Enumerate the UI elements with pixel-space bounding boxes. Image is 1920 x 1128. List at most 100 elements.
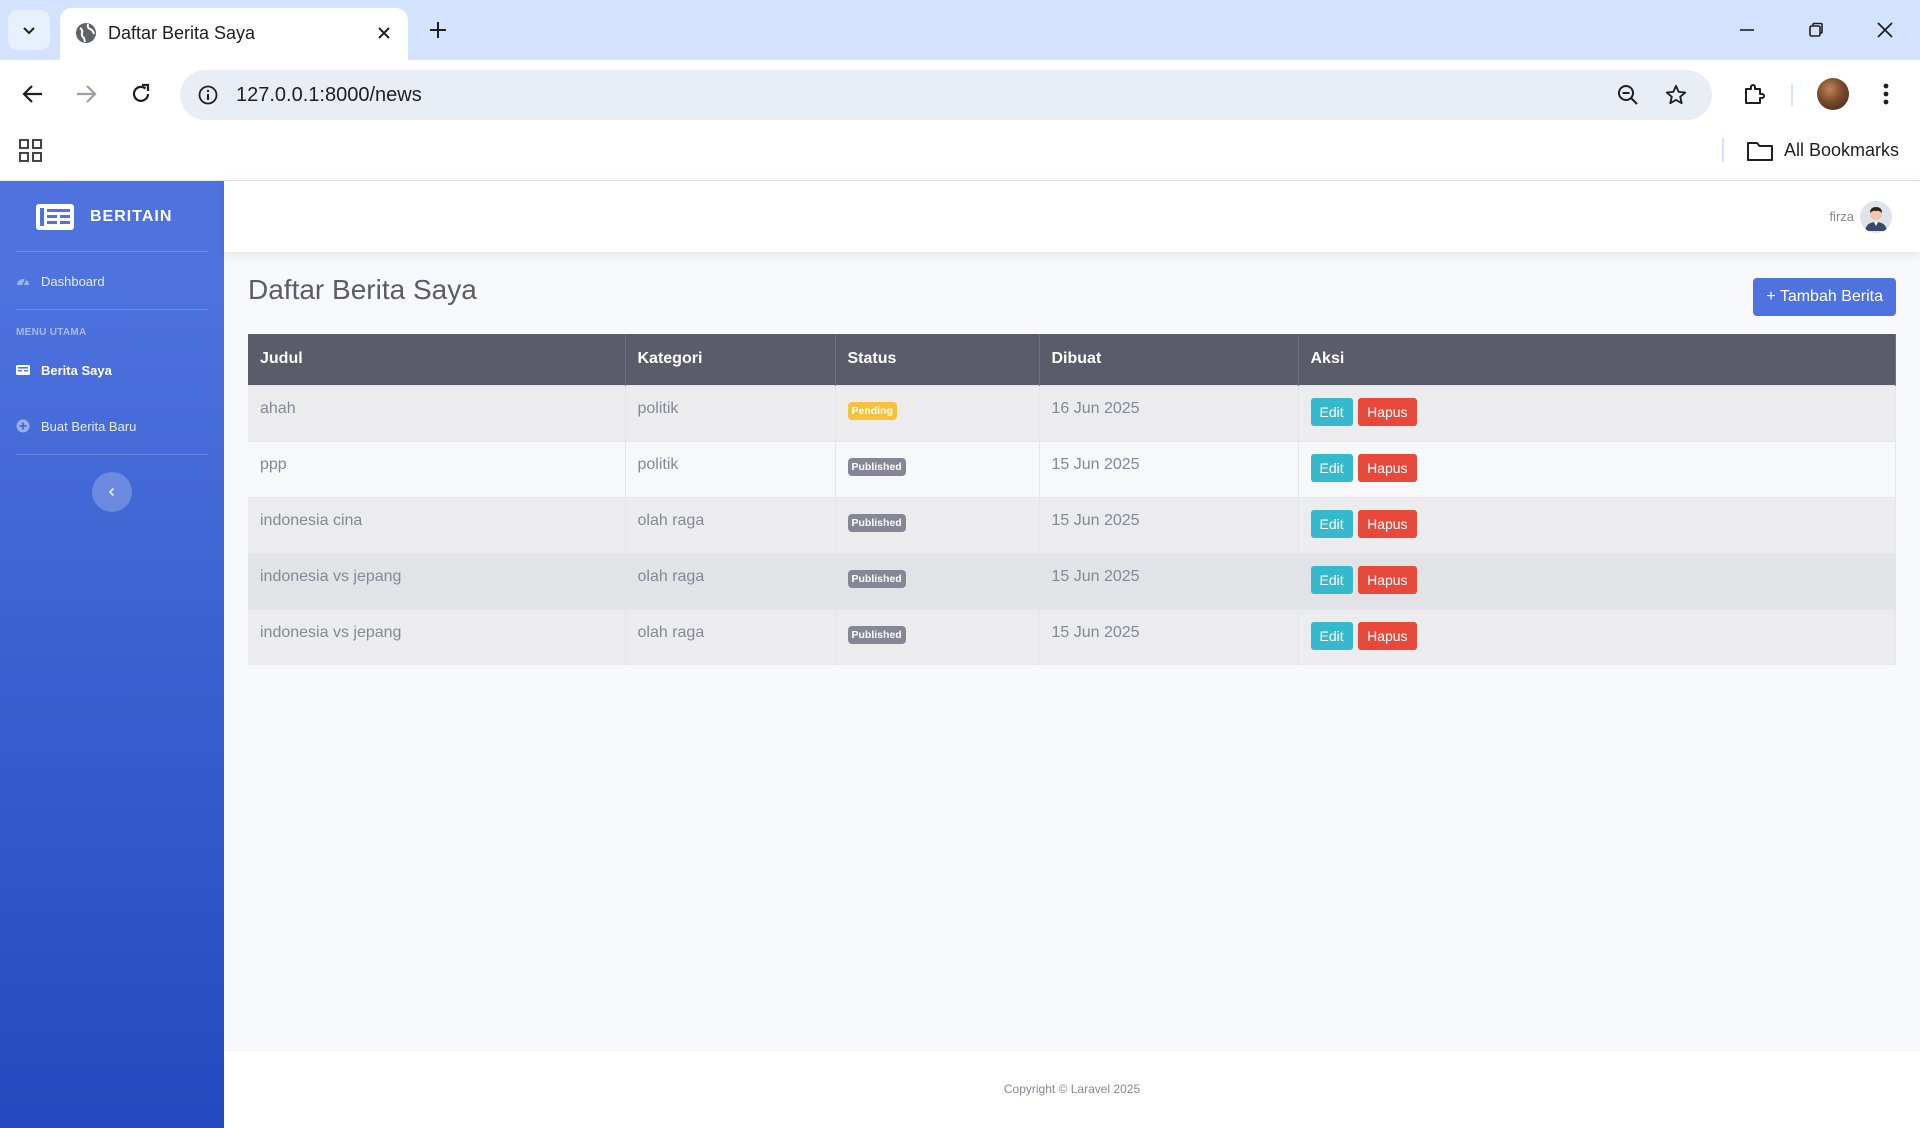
edit-button[interactable]: Edit bbox=[1310, 621, 1353, 650]
cell-status: Pending bbox=[835, 384, 1040, 441]
browser-tab[interactable]: Daftar Berita Saya bbox=[60, 8, 408, 60]
profile-avatar[interactable] bbox=[1817, 78, 1849, 110]
extensions-button[interactable] bbox=[1736, 76, 1772, 112]
cell-dibuat: 15 Jun 2025 bbox=[1039, 552, 1299, 609]
toolbar-divider bbox=[1791, 84, 1793, 106]
cell-kategori: politik bbox=[625, 440, 836, 497]
address-bar[interactable]: 127.0.0.1:8000/news bbox=[180, 70, 1712, 120]
table-row: indonesia vs jepang olah raga Published … bbox=[248, 552, 1896, 609]
sidebar-divider bbox=[16, 251, 208, 252]
sidebar: BERITAIN Dashboard MENU UTAMA Berita Say… bbox=[0, 181, 224, 1128]
table-row: ahah politik Pending 16 Jun 2025 Edit Ha… bbox=[248, 384, 1896, 441]
minimize-button[interactable] bbox=[1731, 14, 1763, 46]
cell-kategori: olah raga bbox=[625, 552, 836, 609]
user-avatar-icon bbox=[1860, 201, 1892, 233]
forward-button[interactable] bbox=[68, 76, 104, 112]
zoom-button[interactable] bbox=[1614, 81, 1642, 109]
info-icon bbox=[198, 85, 218, 105]
page-title: Daftar Berita Saya bbox=[248, 274, 477, 305]
browser-toolbar: 127.0.0.1:8000/news bbox=[0, 60, 1920, 128]
cell-aksi: Edit Hapus bbox=[1298, 496, 1896, 553]
tachometer-icon bbox=[17, 279, 29, 286]
add-news-button[interactable]: + Tambah Berita bbox=[1753, 278, 1896, 316]
cell-aksi: Edit Hapus bbox=[1298, 384, 1896, 441]
edit-button[interactable]: Edit bbox=[1310, 509, 1353, 538]
sidebar-item-berita-saya[interactable]: Berita Saya bbox=[16, 360, 112, 380]
cell-status: Published bbox=[835, 608, 1040, 665]
sidebar-item-label: Dashboard bbox=[41, 273, 105, 289]
url-text: 127.0.0.1:8000/news bbox=[236, 84, 422, 106]
sidebar-item-label: Buat Berita Baru bbox=[41, 418, 137, 434]
tab-title: Daftar Berita Saya bbox=[108, 23, 256, 43]
user-avatar[interactable] bbox=[1860, 201, 1892, 233]
column-header-dibuat: Dibuat bbox=[1039, 334, 1299, 385]
cell-dibuat: 15 Jun 2025 bbox=[1039, 608, 1299, 665]
sidebar-item-label: Berita Saya bbox=[41, 362, 112, 378]
delete-button[interactable]: Hapus bbox=[1358, 565, 1417, 594]
delete-button[interactable]: Hapus bbox=[1358, 397, 1417, 426]
brand-name: BERITAIN bbox=[90, 208, 173, 225]
reload-button[interactable] bbox=[123, 76, 159, 112]
bookmarks-bar: All Bookmarks bbox=[0, 128, 1920, 181]
reload-icon bbox=[132, 83, 150, 102]
folder-icon[interactable] bbox=[1746, 138, 1774, 164]
bookmark-star-button[interactable] bbox=[1662, 81, 1690, 109]
cell-status: Published bbox=[835, 440, 1040, 497]
puzzle-icon bbox=[1745, 84, 1765, 104]
all-bookmarks-label[interactable]: All Bookmarks bbox=[1784, 140, 1899, 161]
cell-dibuat: 15 Jun 2025 bbox=[1039, 496, 1299, 553]
cell-judul: indonesia vs jepang bbox=[248, 552, 626, 609]
arrow-right-icon bbox=[77, 85, 97, 103]
chevron-left-icon bbox=[108, 487, 115, 497]
table-row: indonesia cina olah raga Published 15 Ju… bbox=[248, 496, 1896, 553]
status-badge: Published bbox=[847, 513, 906, 532]
sidebar-brand[interactable]: BERITAIN bbox=[36, 201, 172, 233]
cell-dibuat: 16 Jun 2025 bbox=[1039, 384, 1299, 441]
sidebar-toggle-button[interactable] bbox=[92, 472, 132, 512]
sidebar-item-dashboard[interactable]: Dashboard bbox=[16, 271, 105, 291]
close-window-button[interactable] bbox=[1869, 14, 1901, 46]
column-header-status: Status bbox=[835, 334, 1040, 385]
plus-icon bbox=[430, 22, 446, 38]
edit-button[interactable]: Edit bbox=[1310, 565, 1353, 594]
tab-search-button[interactable] bbox=[8, 10, 50, 50]
restore-icon bbox=[1809, 22, 1823, 37]
restore-button[interactable] bbox=[1800, 14, 1832, 46]
cell-status: Published bbox=[835, 496, 1040, 553]
back-button[interactable] bbox=[15, 76, 51, 112]
user-name[interactable]: firza bbox=[1829, 209, 1854, 224]
edit-button[interactable]: Edit bbox=[1310, 453, 1353, 482]
bookmarks-divider bbox=[1722, 138, 1724, 162]
zoom-out-icon bbox=[1618, 85, 1638, 105]
sidebar-divider bbox=[16, 309, 208, 310]
cell-aksi: Edit Hapus bbox=[1298, 552, 1896, 609]
cell-aksi: Edit Hapus bbox=[1298, 608, 1896, 665]
status-badge: Published bbox=[847, 457, 906, 476]
topbar: firza bbox=[224, 181, 1920, 252]
chevron-down-icon bbox=[23, 27, 35, 35]
edit-button[interactable]: Edit bbox=[1310, 397, 1353, 426]
browser-tabstrip: Daftar Berita Saya bbox=[0, 0, 1920, 60]
main-content: Daftar Berita Saya + Tambah Berita Judul… bbox=[224, 252, 1920, 1052]
footer-copyright: Copyright © Laravel 2025 bbox=[1003, 1082, 1141, 1096]
site-info-button[interactable] bbox=[194, 81, 222, 109]
minimize-icon bbox=[1740, 29, 1754, 31]
cell-judul: indonesia cina bbox=[248, 496, 626, 553]
browser-menu-button[interactable] bbox=[1868, 76, 1904, 112]
new-tab-button[interactable] bbox=[424, 16, 452, 44]
delete-button[interactable]: Hapus bbox=[1358, 453, 1417, 482]
cell-status: Published bbox=[835, 552, 1040, 609]
table-row: ppp politik Published 15 Jun 2025 Edit H… bbox=[248, 440, 1896, 497]
cell-dibuat: 15 Jun 2025 bbox=[1039, 440, 1299, 497]
cell-kategori: politik bbox=[625, 384, 836, 441]
sidebar-item-buat-berita-baru[interactable]: Buat Berita Baru bbox=[16, 416, 136, 436]
tab-close-button[interactable] bbox=[372, 21, 396, 45]
star-icon bbox=[1665, 84, 1687, 105]
delete-button[interactable]: Hapus bbox=[1358, 509, 1417, 538]
newspaper-icon bbox=[16, 365, 30, 375]
delete-button[interactable]: Hapus bbox=[1358, 621, 1417, 650]
cell-judul: indonesia vs jepang bbox=[248, 608, 626, 665]
cell-judul: ppp bbox=[248, 440, 626, 497]
apps-grid-icon[interactable] bbox=[18, 138, 44, 164]
table-row: indonesia vs jepang olah raga Published … bbox=[248, 608, 1896, 665]
